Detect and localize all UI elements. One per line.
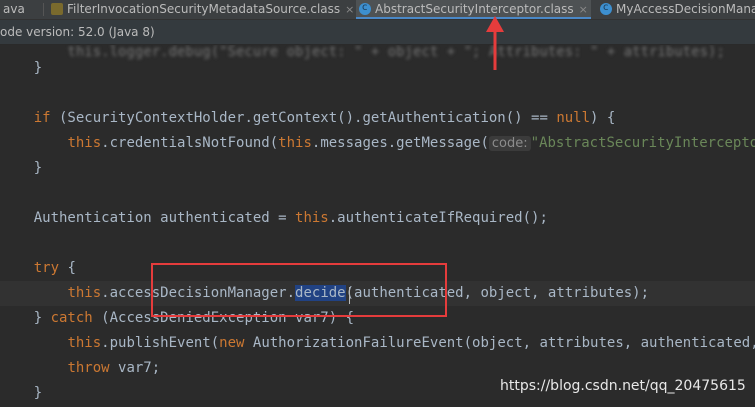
class-file-icon [600, 0, 612, 17]
watermark-text: https://blog.csdn.net/qq_20475615 [500, 378, 746, 394]
closing-brace: } [33, 160, 43, 176]
code-line: this.credentialsNotFound(this.messages.g… [0, 131, 755, 156]
tab-label: ava [3, 2, 25, 16]
code-line: if (SecurityContextHolder.getContext().g… [0, 106, 755, 131]
closing-brace: } [33, 385, 43, 401]
code-text: } [33, 310, 51, 326]
code-text: .accessDecisionManager. [101, 285, 296, 301]
code-text: Authentication authenticated = [33, 210, 296, 226]
code-text: (SecurityContextHolder.getContext().getA… [50, 110, 557, 126]
code-text: .messages.getMessage( [311, 135, 489, 151]
tab-separator [43, 3, 44, 16]
decompiled-class-notice: ode version: 52.0 (Java 8) [0, 20, 755, 45]
editor-tab-bar: ava FilterInvocationSecurityMetadataSour… [0, 0, 755, 20]
code-line: this.publishEvent(new AuthorizationFailu… [0, 331, 755, 356]
tab-label: MyAccessDecisionMana [616, 2, 755, 16]
close-icon[interactable]: × [345, 3, 354, 16]
code-line: Authentication authenticated = this.auth… [0, 206, 755, 231]
keyword-null: null [556, 110, 591, 126]
code-editor[interactable]: this.logger.debug("Secure object: " + ob… [0, 45, 755, 407]
tab-label: AbstractSecurityInterceptor.class [375, 2, 574, 16]
keyword-if: if [33, 110, 51, 126]
keyword-new: new [219, 335, 245, 351]
closing-brace: } [33, 60, 43, 76]
code-text: .publishEvent( [101, 335, 220, 351]
keyword-this: this [295, 210, 329, 226]
code-text: .credentialsNotFound( [101, 135, 279, 151]
code-line-current: this.accessDecisionManager.decide(authen… [0, 281, 755, 306]
tab-abstract-security-interceptor[interactable]: AbstractSecurityInterceptor.class × [356, 0, 591, 19]
class-file-icon [359, 0, 371, 17]
tab-filter-invocation-metadata-source[interactable]: FilterInvocationSecurityMetadataSource.c… [48, 0, 354, 19]
code-text: AuthorizationFailureEvent(object, attrib… [244, 335, 755, 351]
code-text: ) { [590, 110, 616, 126]
code-line: } [0, 56, 755, 81]
keyword-try: try [33, 260, 60, 276]
string-literal: "AbstractSecurityInterceptor [530, 135, 755, 151]
code-text: (AccessDeniedException var7) { [92, 310, 355, 326]
keyword-throw: throw [67, 360, 110, 376]
decide-method-highlight[interactable]: decide [295, 285, 346, 301]
code-text: { [59, 260, 76, 276]
tab-my-access-decision-manager[interactable]: MyAccessDecisionMana [597, 0, 755, 19]
code-line: } [0, 156, 755, 181]
tab-java-file[interactable]: ava [0, 0, 43, 19]
code-line: } catch (AccessDeniedException var7) { [0, 306, 755, 331]
bytecode-version-text: ode version: 52.0 (Java 8) [0, 25, 155, 39]
text-cursor [349, 287, 350, 304]
code-text: .authenticateIfRequired(); [328, 210, 548, 226]
keyword-this: this [67, 335, 102, 351]
tab-label: FilterInvocationSecurityMetadataSource.c… [67, 2, 341, 16]
keyword-catch: catch [50, 310, 93, 326]
code-text: (authenticated, object, attributes); [345, 285, 650, 301]
keyword-this: this [67, 285, 102, 301]
parameter-hint: code: [488, 136, 531, 151]
code-line: try { [0, 256, 755, 281]
close-icon[interactable]: × [579, 3, 588, 16]
keyword-this: this [278, 135, 312, 151]
code-text: var7; [109, 360, 161, 376]
class-file-icon [51, 3, 63, 15]
keyword-this: this [67, 135, 102, 151]
